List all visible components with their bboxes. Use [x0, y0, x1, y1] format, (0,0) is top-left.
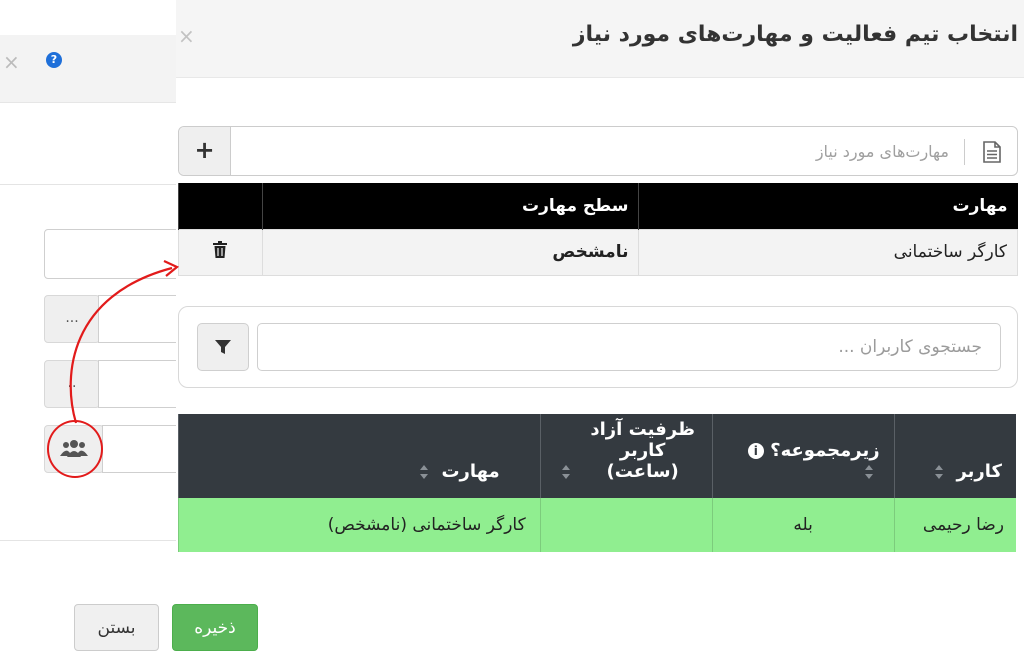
sort-icon: [562, 465, 571, 479]
info-icon[interactable]: i: [747, 443, 764, 459]
user-search-input[interactable]: [257, 323, 1001, 371]
save-button[interactable]: ذخیره: [172, 604, 258, 651]
table-row[interactable]: رضا رحیمی بله کارگر ساختمانی (نامشخص): [178, 498, 1016, 552]
modal-header: × انتخاب تیم فعالیت و مهارت‌های مورد نیا…: [176, 0, 1024, 78]
modal-close-icon[interactable]: ×: [178, 24, 195, 48]
subset-cell: بله: [711, 498, 895, 552]
sort-icon: [935, 465, 944, 479]
column-skill-level: سطح مهارت: [261, 183, 639, 229]
document-icon: [983, 141, 1001, 163]
modal-title: انتخاب تیم فعالیت و مهارت‌های مورد نیاز: [572, 22, 1018, 47]
background-close-icon[interactable]: ×: [3, 50, 20, 74]
column-skill: مهارت: [638, 183, 1018, 229]
column-skill[interactable]: مهارت: [178, 414, 541, 498]
help-icon[interactable]: ?: [46, 52, 62, 68]
close-button[interactable]: بستن: [74, 604, 159, 651]
column-capacity-label: ظرفیت آزاد کاربر (ساعت): [590, 419, 695, 482]
trash-icon[interactable]: [213, 241, 228, 258]
column-skill-label: مهارت: [441, 461, 500, 482]
team-selection-modal: × انتخاب تیم فعالیت و مهارت‌های مورد نیا…: [176, 0, 1024, 670]
column-user-label: کاربر: [956, 461, 1002, 482]
skill-cell: کارگر ساختمانی: [638, 228, 1018, 276]
skill-level-cell: نامشخص: [261, 228, 640, 276]
skills-table: مهارت سطح مهارت کارگر ساختمانی نامشخص: [178, 183, 1018, 276]
background-header: [0, 35, 176, 103]
user-search-card: [178, 306, 1018, 388]
column-actions: [178, 183, 263, 229]
sort-icon: [864, 465, 873, 479]
skills-input[interactable]: [239, 135, 949, 167]
column-capacity[interactable]: ظرفیت آزاد کاربر (ساعت): [539, 414, 713, 498]
capacity-cell: [539, 498, 713, 552]
users-table: کاربر زیرمجموعه؟ i ظرفیت آزاد کاربر (ساع…: [178, 414, 1016, 552]
sort-icon: [420, 465, 429, 479]
column-subset-label: زیرمجموعه؟: [770, 440, 880, 461]
filter-icon: [215, 340, 231, 354]
table-row: کارگر ساختمانی نامشخص: [178, 228, 1018, 276]
divider: [964, 139, 965, 165]
column-subset[interactable]: زیرمجموعه؟ i: [711, 414, 895, 498]
user-skill-cell: کارگر ساختمانی (نامشخص): [178, 498, 541, 552]
divider: [0, 184, 176, 185]
annotation-arrow: [69, 260, 180, 424]
user-cell: رضا رحیمی: [893, 498, 1016, 552]
filter-button[interactable]: [197, 323, 249, 371]
actions-cell: [178, 228, 263, 276]
add-skill-button[interactable]: +: [179, 127, 231, 175]
skills-input-group: +: [178, 126, 1018, 176]
divider: [0, 540, 176, 541]
column-user[interactable]: کاربر: [893, 414, 1016, 498]
